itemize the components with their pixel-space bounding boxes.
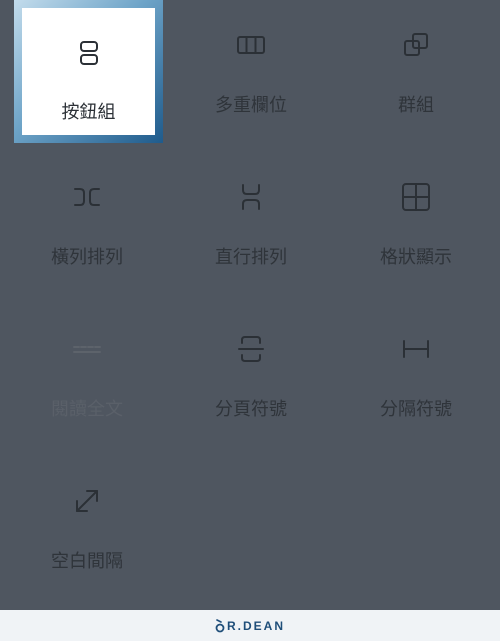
block-spacer[interactable]: 空白間隔 (7, 456, 167, 596)
block-row[interactable]: 橫列排列 (7, 152, 167, 292)
footer-bar: R.DEAN (0, 610, 500, 641)
spacer-icon (72, 486, 102, 516)
brand-logo: R.DEAN (215, 619, 285, 633)
block-group[interactable]: 群組 (336, 0, 496, 140)
block-label: 格狀顯示 (380, 247, 452, 268)
more-icon (72, 334, 102, 364)
block-label: 按鈕組 (61, 102, 116, 123)
brand-text: R.DEAN (226, 618, 285, 633)
block-grid[interactable]: 格狀顯示 (336, 152, 496, 292)
group-icon (401, 30, 431, 60)
block-label: 分頁符號 (215, 399, 287, 420)
grid-icon (401, 182, 431, 212)
block-label: 分隔符號 (380, 399, 452, 420)
block-stack[interactable]: 直行排列 (171, 152, 331, 292)
columns-icon (236, 30, 266, 60)
block-more: 閱讀全文 (7, 304, 167, 444)
brand-mark-icon (215, 618, 225, 632)
page-break-icon (236, 334, 266, 364)
block-label: 群組 (398, 95, 434, 116)
separator-icon (401, 334, 431, 364)
block-separator[interactable]: 分隔符號 (336, 304, 496, 444)
block-label: 直行排列 (215, 247, 287, 268)
button-group-icon (74, 38, 104, 68)
row-icon (72, 182, 102, 212)
block-label: 多重欄位 (215, 95, 287, 116)
block-label: 橫列排列 (51, 247, 123, 268)
block-columns[interactable]: 多重欄位 (171, 0, 331, 140)
block-label: 閱讀全文 (51, 399, 123, 420)
block-page-break[interactable]: 分頁符號 (171, 304, 331, 444)
block-button-group[interactable]: 按鈕組 (14, 0, 163, 143)
stack-icon (236, 182, 266, 212)
block-label: 空白間隔 (51, 551, 123, 572)
